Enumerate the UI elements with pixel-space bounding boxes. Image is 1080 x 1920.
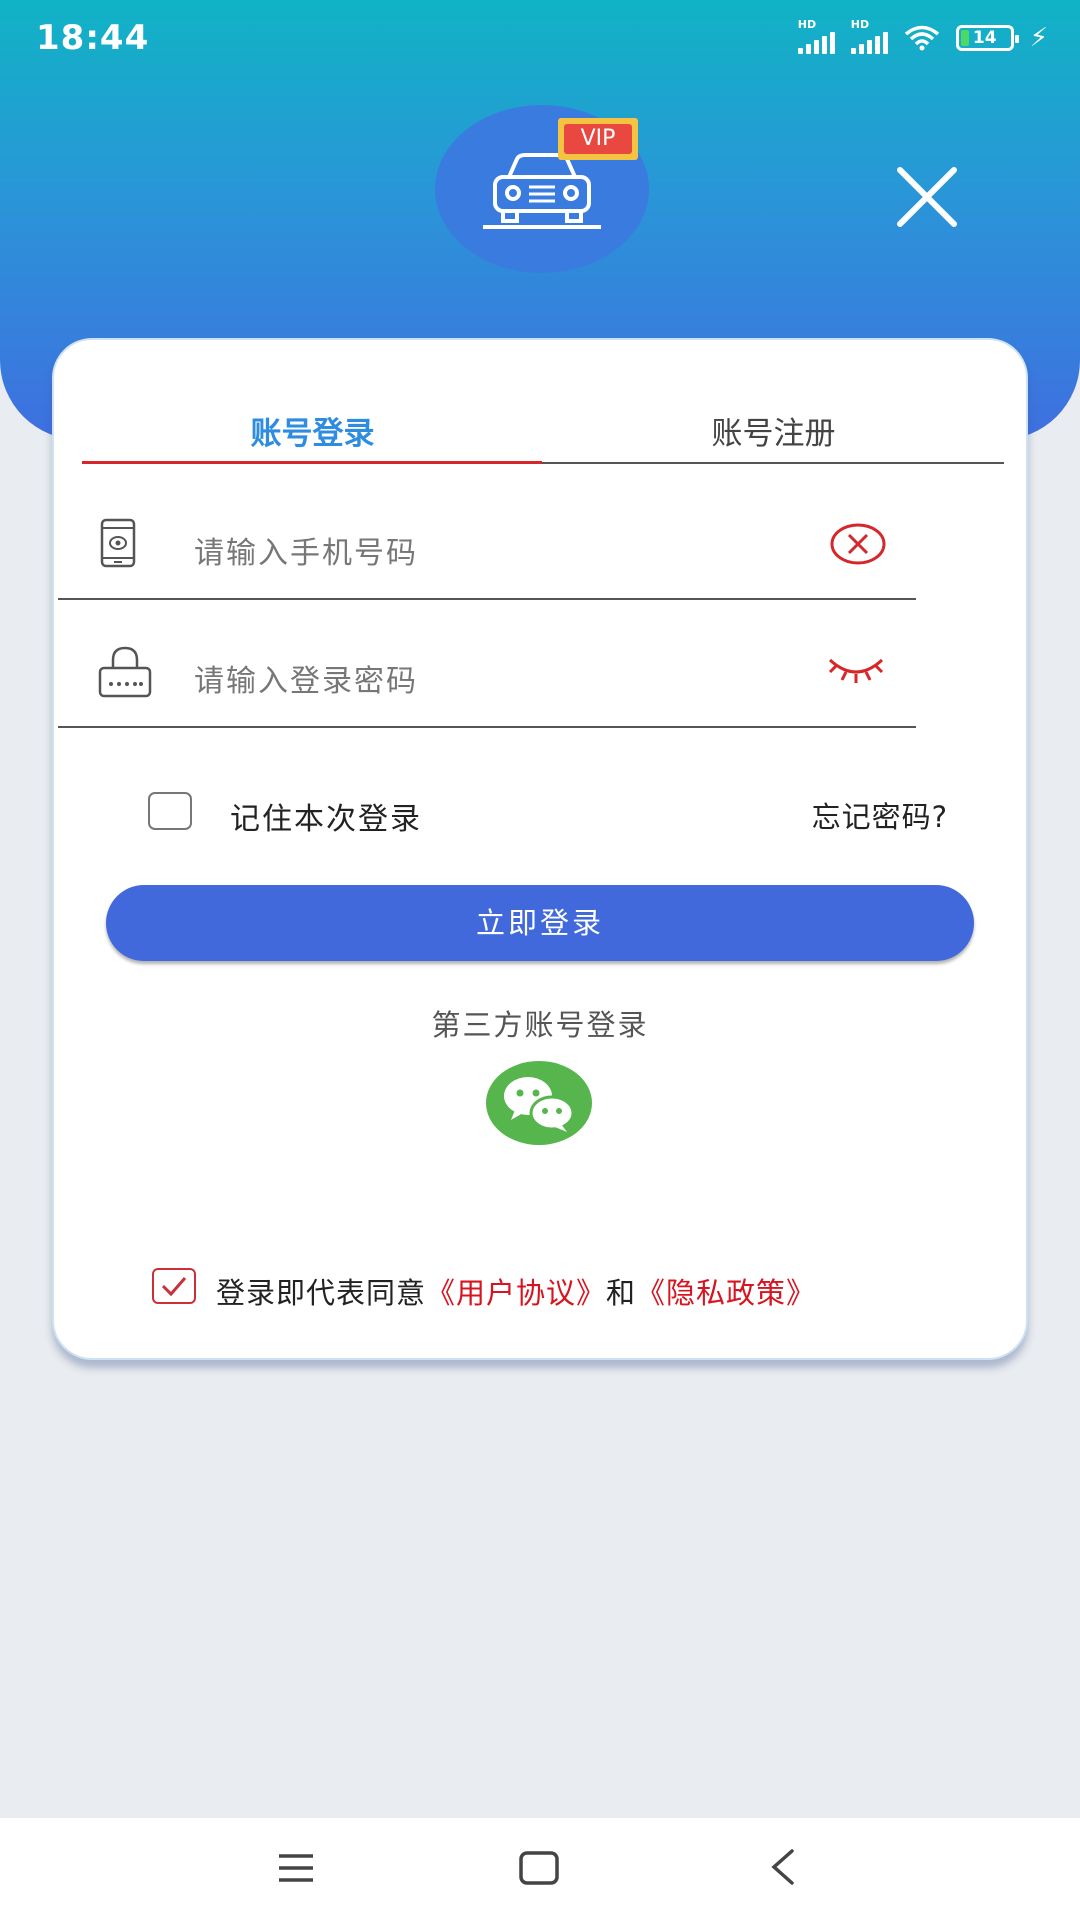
phone-input[interactable]: 请输入手机号码 [194,528,418,572]
charging-icon: ⚡ [1029,23,1048,53]
close-icon[interactable] [894,164,960,230]
third-party-label: 第三方账号登录 [431,1008,649,1042]
agreement-checkbox[interactable] [152,1268,196,1304]
privacy-policy-link[interactable]: 《隐私政策》 [636,1276,816,1310]
agreement-text: 登录即代表同意《用户协议》和《隐私政策》 [216,1270,816,1312]
checkmark-icon [161,1277,187,1297]
wechat-icon[interactable] [485,1060,593,1146]
password-input[interactable]: 请输入登录密码 [194,656,418,700]
home-icon[interactable] [518,1850,560,1886]
active-tab-indicator [82,461,542,464]
forgot-password-link[interactable]: 忘记密码? [812,794,948,836]
remember-checkbox[interactable] [148,792,192,830]
signal-icon: HD [797,18,835,54]
battery-icon: 14 [955,25,1019,51]
agreement-conjunction: 和 [606,1276,637,1310]
agreement-prefix: 登录即代表同意 [216,1276,427,1310]
lock-icon [98,646,152,698]
phone-field[interactable]: 请输入手机号码 [58,494,916,600]
user-agreement-link[interactable]: 《用户协议》 [426,1276,606,1310]
vip-badge: VIP [558,118,638,160]
login-button[interactable]: 立即登录 [106,885,974,961]
phone-icon [100,518,136,568]
tab-login[interactable]: 账号登录 [82,408,543,453]
eye-closed-icon[interactable] [826,650,886,690]
tab-register[interactable]: 账号注册 [543,408,1004,453]
clear-icon[interactable] [830,522,886,566]
navigation-bar [0,1818,1080,1920]
wifi-icon [904,25,939,51]
login-card: 账号登录 账号注册 [52,338,1028,1360]
status-bar: 18:44 HD HD 14 ⚡ [0,0,1080,78]
back-icon[interactable] [768,1848,798,1886]
menu-icon[interactable] [277,1852,315,1884]
status-icons: HD HD 14 ⚡ [797,18,1048,54]
remember-label[interactable]: 记住本次登录 [230,794,422,838]
signal-icon: HD [850,18,888,54]
password-field[interactable]: 请输入登录密码 [58,622,916,728]
tab-bar: 账号登录 账号注册 [82,340,1004,464]
status-time: 18:44 [36,18,150,58]
